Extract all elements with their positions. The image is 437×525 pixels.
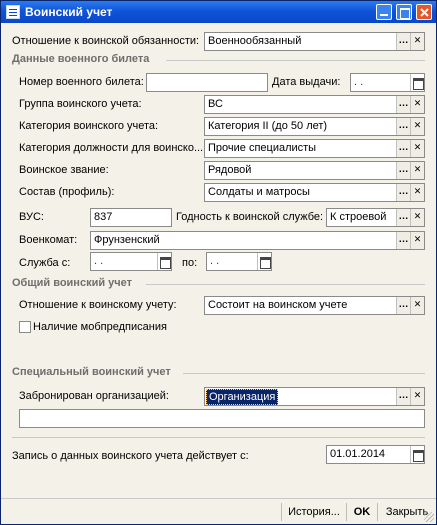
title-bar: Воинский учет [1,1,436,23]
military-id-section-title: Данные военного билета [12,53,150,65]
composition-field[interactable]: Солдаты и матросы [204,183,425,202]
position-category-field[interactable]: Прочие специалисты [204,139,425,158]
service-to-label: по: [182,257,198,269]
commissariat-label: Военкомат: [19,234,78,246]
commissariat-value: Фрунзенский [94,234,160,246]
rank-value: Рядовой [208,164,252,176]
select-button[interactable] [396,162,410,179]
composition-label: Состав (профиль): [19,186,115,198]
select-button[interactable] [396,232,410,249]
clear-button[interactable] [410,297,424,314]
issue-date-value: . . [354,76,364,88]
clear-button[interactable] [410,96,424,113]
select-button[interactable] [396,297,410,314]
select-button[interactable] [396,140,410,157]
clear-button[interactable] [410,388,424,405]
category-value: Категория II (до 50 лет) [208,120,328,132]
select-button[interactable] [396,33,410,50]
clear-button[interactable] [410,209,424,226]
clear-button[interactable] [410,33,424,50]
service-from-label: Служба с: [19,257,71,269]
relation-label: Отношение к воинской обязанности: [12,35,200,47]
vus-label: ВУС: [19,211,44,223]
military-record-window: Воинский учет Отношение к воинской обяза… [0,0,437,525]
registration-relation-value: Состоит на воинском учете [208,299,348,311]
fitness-label: Годность к воинской службе: [176,211,324,223]
category-label: Категория воинского учета: [19,120,159,132]
group-label: Группа воинского учета: [19,98,142,110]
rank-label: Воинское звание: [19,164,109,176]
select-button[interactable] [396,96,410,113]
clear-button[interactable] [410,162,424,179]
section-divider [166,60,425,61]
calendar-icon[interactable] [157,253,171,270]
position-category-value: Прочие специалисты [208,142,317,154]
issue-date-input[interactable]: . . [350,73,425,92]
service-from-input[interactable]: . . [90,252,172,271]
fitness-field[interactable]: К строевой [326,208,425,227]
composition-value: Солдаты и матросы [208,186,310,198]
close-icon [420,8,429,17]
mobilization-label: Наличие мобпредписания [33,321,167,333]
calendar-icon[interactable] [257,253,271,270]
service-to-value: . . [210,255,220,267]
window-title: Воинский учет [25,5,113,19]
id-number-input[interactable] [146,73,268,92]
close-window-button[interactable] [416,4,432,20]
relation-field[interactable]: Военнообязанный [204,32,425,51]
position-category-label: Категория должности для воинско... [19,142,204,154]
issue-date-label: Дата выдачи: [272,76,341,88]
service-to-input[interactable]: . . [206,252,272,271]
reserved-by-field[interactable]: Организация [204,387,425,406]
service-from-value: . . [94,255,104,267]
divider [12,437,425,438]
calendar-icon[interactable] [410,446,424,463]
clear-button[interactable] [410,140,424,157]
clear-button[interactable] [410,184,424,201]
commissariat-field[interactable]: Фрунзенский [90,231,425,250]
clear-button[interactable] [410,232,424,249]
clear-button[interactable] [410,118,424,135]
vus-value: 837 [94,211,113,223]
section-divider [183,373,425,374]
special-section-title: Специальный воинский учет [12,366,171,378]
section-divider [146,284,425,285]
minimize-button[interactable] [376,4,392,20]
fitness-value: К строевой [330,211,387,223]
form-icon [6,5,20,19]
record-effective-date-value: 01.01.2014 [330,448,386,460]
resize-grip[interactable] [424,512,434,522]
general-section-title: Общий воинский учет [12,277,133,289]
record-effective-label: Запись о данных воинского учета действуе… [12,450,249,462]
group-field[interactable]: ВС [204,95,425,114]
record-effective-date-input[interactable]: 01.01.2014 [326,445,425,464]
mobilization-checkbox[interactable] [19,321,31,333]
vus-input[interactable]: 837 [90,208,172,227]
reserved-by-label: Забронирован организацией: [19,390,169,402]
group-value: ВС [208,98,223,110]
relation-value: Военнообязанный [208,35,302,47]
rank-field[interactable]: Рядовой [204,161,425,180]
reservation-details-input[interactable] [19,409,425,428]
registration-relation-label: Отношение к воинскому учету: [19,299,177,311]
select-button[interactable] [396,388,410,405]
calendar-icon[interactable] [410,74,424,91]
bottom-bar: История... OK Закрыть [1,498,436,524]
select-button[interactable] [396,118,410,135]
reserved-by-value: Организация [206,389,279,405]
id-number-label: Номер военного билета: [19,76,144,88]
select-button[interactable] [396,184,410,201]
history-button[interactable]: История... [283,503,345,521]
ok-button[interactable]: OK [348,503,376,521]
select-button[interactable] [396,209,410,226]
registration-relation-field[interactable]: Состоит на воинском учете [204,296,425,315]
category-field[interactable]: Категория II (до 50 лет) [204,117,425,136]
divider [281,503,282,521]
divider [346,503,347,521]
maximize-button[interactable] [396,4,412,20]
divider [377,503,378,521]
